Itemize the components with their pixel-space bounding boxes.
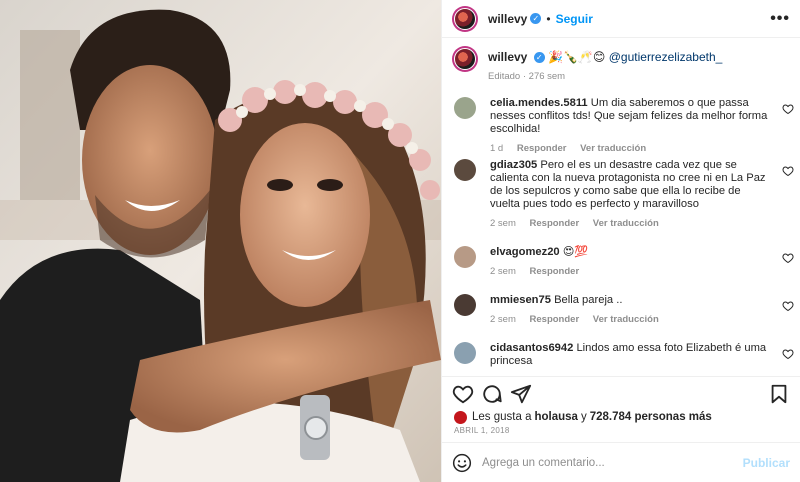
post-caption: willevy ✓ 🎉🍾🥂😊 @gutierrezelizabeth_ Edit… xyxy=(442,38,800,86)
comment-composer: Publicar xyxy=(442,442,800,482)
share-icon[interactable] xyxy=(510,383,532,405)
comment-avatar[interactable] xyxy=(454,246,476,268)
liker-avatar[interactable] xyxy=(454,410,467,424)
comment-text: Bella pareja .. xyxy=(554,294,623,306)
post-username[interactable]: willevy xyxy=(488,12,527,26)
follow-button[interactable]: Seguir xyxy=(556,12,593,26)
comment-input[interactable] xyxy=(482,456,743,469)
comment-avatar[interactable] xyxy=(454,159,476,181)
heart-icon[interactable] xyxy=(782,300,794,312)
comment-icon[interactable] xyxy=(481,383,503,405)
post-side-panel: willevy ✓ • Seguir ••• willevy ✓ 🎉🍾🥂😊 @g… xyxy=(441,0,800,482)
comment-item: gdiaz305 Pero el es un desastre cada vez… xyxy=(454,159,794,229)
more-icon[interactable]: ••• xyxy=(770,10,790,28)
likes-summary: Les gusta a holausa y 728.784 personas m… xyxy=(442,410,800,424)
caption-avatar[interactable] xyxy=(452,46,478,72)
caption-meta: Editado · 276 sem xyxy=(488,71,566,82)
verified-icon: ✓ xyxy=(533,52,545,64)
couple-photo xyxy=(0,0,441,482)
post-photo[interactable] xyxy=(0,0,441,482)
post-date[interactable]: ABRIL 1, 2018 xyxy=(442,424,800,442)
reply-button[interactable]: Responder xyxy=(530,218,580,229)
heart-icon[interactable] xyxy=(782,103,794,115)
translate-button[interactable]: Ver traducción xyxy=(593,314,659,325)
comment-item: cidasantos6942 Lindos amo essa foto Eliz… xyxy=(454,342,794,368)
comment-time: 2 sem xyxy=(490,218,516,229)
comment-item: elvagomez20 😍💯 2 sem Responder xyxy=(454,246,794,277)
avatar[interactable] xyxy=(452,5,478,32)
comment-username[interactable]: cidasantos6942 xyxy=(490,342,573,354)
comment-username[interactable]: gdiaz305 xyxy=(490,159,537,171)
comment-avatar[interactable] xyxy=(454,97,476,119)
publish-button[interactable]: Publicar xyxy=(743,456,790,470)
likes-count[interactable]: 728.784 personas más xyxy=(590,411,712,423)
bookmark-icon[interactable] xyxy=(768,383,790,405)
reply-button[interactable]: Responder xyxy=(517,143,567,154)
comment-time: 2 sem xyxy=(490,266,516,277)
heart-icon[interactable] xyxy=(782,165,794,177)
verified-icon: ✓ xyxy=(530,13,542,24)
separator-dot: • xyxy=(546,11,551,26)
post-viewer: willevy ✓ • Seguir ••• willevy ✓ 🎉🍾🥂😊 @g… xyxy=(0,0,800,482)
comment-username[interactable]: celia.mendes.5811 xyxy=(490,97,588,109)
translate-button[interactable]: Ver traducción xyxy=(593,218,659,229)
emoji-icon[interactable] xyxy=(452,453,472,473)
comment-item: mmiesen75 Bella pareja .. 2 sem Responde… xyxy=(454,294,794,325)
reply-button[interactable]: Responder xyxy=(530,314,580,325)
comments-list[interactable]: willevy ✓ 🎉🍾🥂😊 @gutierrezelizabeth_ Edit… xyxy=(442,38,800,376)
caption-username[interactable]: willevy xyxy=(488,50,527,64)
likes-joiner: y xyxy=(580,411,587,423)
comment-time: 1 d xyxy=(490,143,504,154)
caption-emojis: 🎉🍾🥂😊 xyxy=(548,50,606,64)
post-header: willevy ✓ • Seguir ••• xyxy=(442,0,800,38)
translate-button[interactable]: Ver traducción xyxy=(580,143,646,154)
comment-time: 2 sem xyxy=(490,314,516,325)
caption-mention[interactable]: @gutierrezelizabeth_ xyxy=(609,50,723,64)
comment-username[interactable]: mmiesen75 xyxy=(490,294,551,306)
comment-username[interactable]: elvagomez20 xyxy=(490,246,560,258)
reply-button[interactable]: Responder xyxy=(530,266,580,277)
comment-text: 😍💯 xyxy=(562,246,589,258)
likes-prefix: Les gusta a xyxy=(472,411,532,423)
heart-icon[interactable] xyxy=(782,252,794,264)
action-bar xyxy=(442,376,800,410)
heart-icon[interactable] xyxy=(452,383,474,405)
comment-avatar[interactable] xyxy=(454,294,476,316)
comment-avatar[interactable] xyxy=(454,342,476,364)
heart-icon[interactable] xyxy=(782,348,794,360)
liker-username[interactable]: holausa xyxy=(534,411,577,423)
comment-item: celia.mendes.5811 Um dia saberemos o que… xyxy=(454,97,794,154)
